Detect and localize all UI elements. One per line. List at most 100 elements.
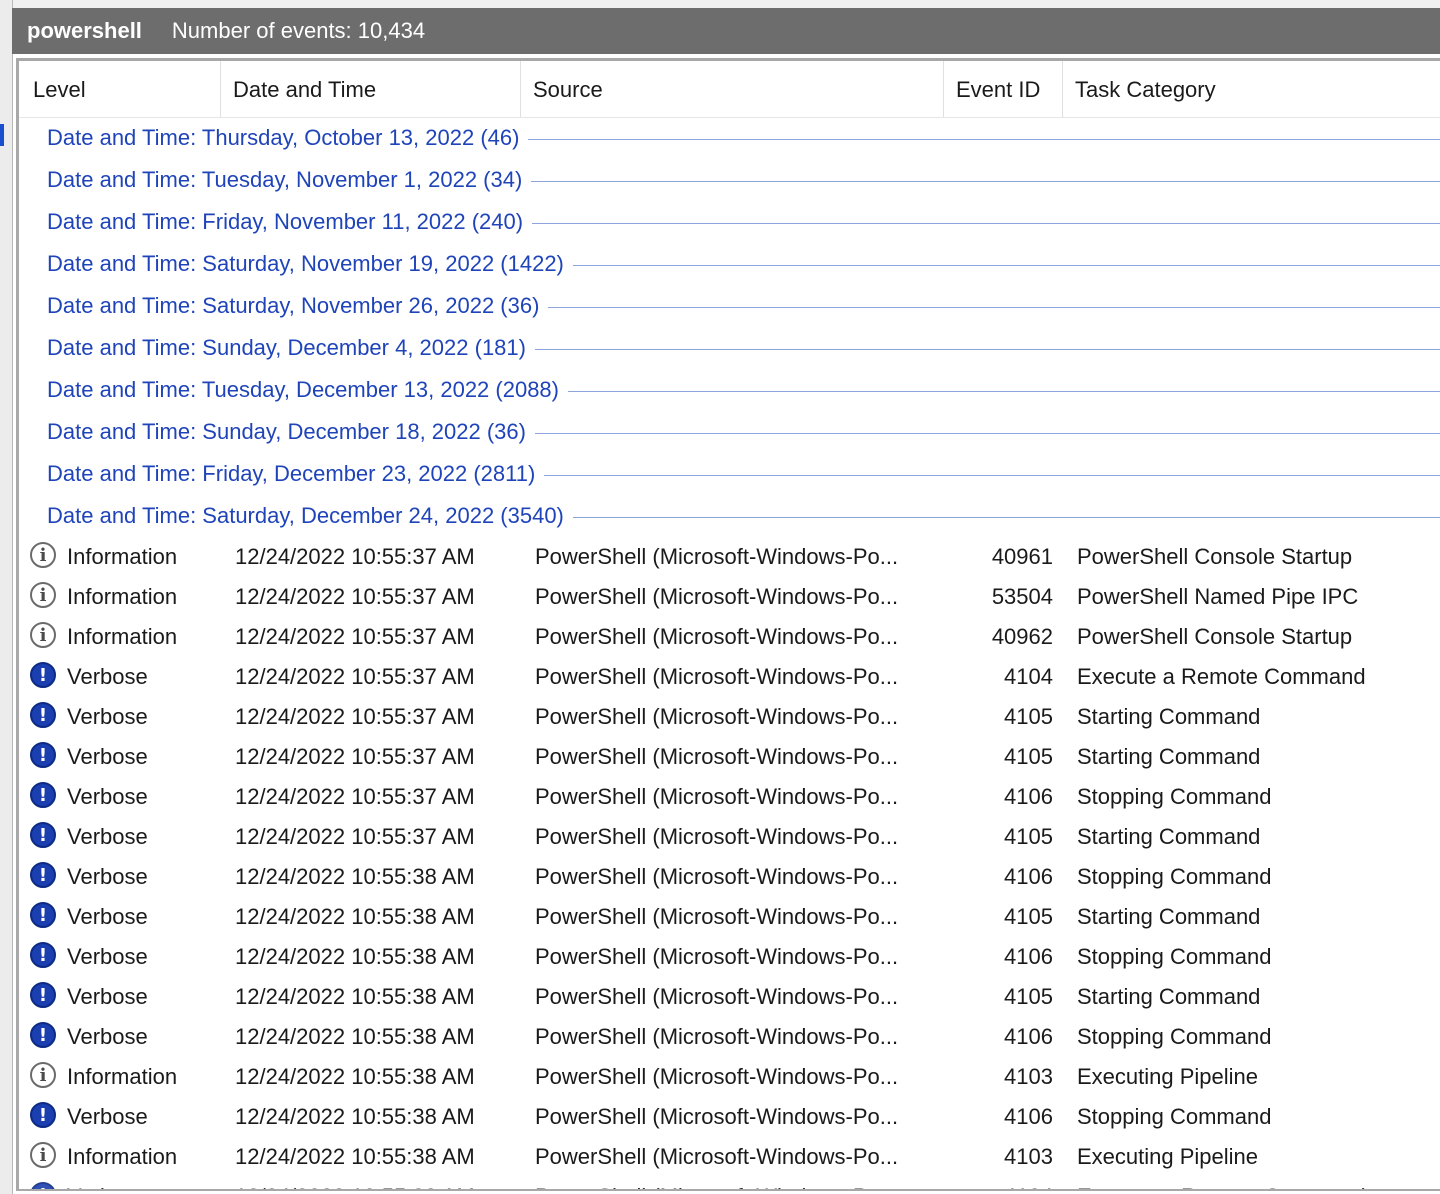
date-group-label: Date and Time: Tuesday, November 1, 2022… xyxy=(47,167,523,192)
information-icon: i xyxy=(30,622,56,648)
cell-task: Stopping Command xyxy=(1077,1104,1272,1129)
group-divider-line xyxy=(532,222,1440,224)
cell-task: Executing Pipeline xyxy=(1077,1144,1259,1169)
table-row[interactable]: ! Verbose 12/24/2022 10:55:37 AM PowerShell… xyxy=(19,777,1440,817)
cell-level: Verbose xyxy=(67,784,148,809)
verbose-icon: ! xyxy=(30,742,56,768)
group-divider-line xyxy=(572,264,1440,266)
information-icon: i xyxy=(30,1062,56,1088)
table-row[interactable]: i Information 12/24/2022 10:55:38 AM PowerS… xyxy=(19,1057,1440,1097)
cell-task: PowerShell Console Startup xyxy=(1077,624,1353,649)
cell-source: PowerShell (Microsoft-Windows-Po... xyxy=(535,1144,899,1169)
cell-source: PowerShell (Microsoft-Windows-Po... xyxy=(535,664,899,689)
cell-eventid: 40961 xyxy=(991,544,1053,569)
events-list-panel: Level Date and Time Source Event ID Task… xyxy=(16,58,1440,1191)
cell-task: Starting Command xyxy=(1077,904,1261,929)
cell-date: 12/24/2022 10:55:38 AM xyxy=(235,1104,475,1129)
verbose-icon: ! xyxy=(30,822,56,848)
log-name: powershell xyxy=(27,18,142,43)
cell-date: 12/24/2022 10:55:37 AM xyxy=(235,664,475,689)
date-group-header[interactable]: Date and Time: Tuesday, November 1, 2022… xyxy=(19,159,1440,201)
cell-task: Stopping Command xyxy=(1077,784,1272,809)
cell-level: Verbose xyxy=(67,864,148,889)
cell-task: Starting Command xyxy=(1077,824,1261,849)
date-group-header[interactable]: Date and Time: Tuesday, December 13, 202… xyxy=(19,369,1440,411)
cell-task: Starting Command xyxy=(1077,984,1261,1009)
date-group-label: Date and Time: Saturday, November 26, 20… xyxy=(47,293,540,318)
cell-level: Verbose xyxy=(67,1104,148,1129)
date-group-header[interactable]: Date and Time: Friday, December 23, 2022… xyxy=(19,453,1440,495)
date-group-header[interactable]: Date and Time: Friday, November 11, 2022… xyxy=(19,201,1440,243)
date-group-label: Date and Time: Sunday, December 18, 2022… xyxy=(47,419,526,444)
table-row[interactable]: ! Verbose 12/24/2022 10:55:38 AM PowerShell… xyxy=(19,1017,1440,1057)
table-row[interactable]: ! Verbose 12/24/2022 10:55:37 AM PowerShell… xyxy=(19,817,1440,857)
date-group-label: Date and Time: Saturday, December 24, 20… xyxy=(47,503,564,528)
cell-eventid: 4106 xyxy=(1004,944,1053,969)
group-divider-line xyxy=(572,516,1440,518)
cell-source: PowerShell (Microsoft-Windows-Po... xyxy=(535,544,899,569)
cell-task: Stopping Command xyxy=(1077,1024,1272,1049)
cell-level: Verbose xyxy=(67,1177,148,1189)
left-pane-edge xyxy=(0,0,13,1194)
date-group-label: Date and Time: Friday, November 11, 2022… xyxy=(47,209,524,234)
date-group-header[interactable]: Date and Time: Saturday, November 26, 20… xyxy=(19,285,1440,327)
table-row[interactable]: ! Verbose 12/24/2022 10:55:38 AM PowerShell… xyxy=(19,977,1440,1017)
table-row[interactable]: ! Verbose 12/24/2022 10:55:38 AM PowerShell… xyxy=(19,897,1440,937)
table-row[interactable]: ! Verbose 12/24/2022 10:55:37 AM PowerShell… xyxy=(19,737,1440,777)
group-divider-line xyxy=(548,306,1440,308)
group-divider-line xyxy=(544,474,1440,476)
cell-date: 12/24/2022 10:55:38 AM xyxy=(235,944,475,969)
cell-level: Verbose xyxy=(67,944,148,969)
column-header-level[interactable]: Level xyxy=(19,61,221,117)
table-row[interactable]: ! Verbose 12/24/2022 10:55:38 AM PowerShell… xyxy=(19,1177,1440,1189)
cell-level: Information xyxy=(67,544,178,569)
cell-date: 12/24/2022 10:55:37 AM xyxy=(235,744,475,769)
group-divider-line xyxy=(534,348,1440,350)
cell-task: Executing Pipeline xyxy=(1077,1064,1259,1089)
table-row[interactable]: i Information 12/24/2022 10:55:38 AM PowerS… xyxy=(19,1137,1440,1177)
cell-source: PowerShell (Microsoft-Windows-Po... xyxy=(535,624,899,649)
date-group-header[interactable]: Date and Time: Sunday, December 18, 2022… xyxy=(19,411,1440,453)
cell-eventid: 4104 xyxy=(949,1177,1053,1189)
date-group-header[interactable]: Date and Time: Thursday, October 13, 202… xyxy=(19,117,1440,159)
verbose-icon: ! xyxy=(30,702,56,728)
cell-date: 12/24/2022 10:55:38 AM xyxy=(235,864,475,889)
cell-date: 12/24/2022 10:55:37 AM xyxy=(235,624,475,649)
table-row[interactable]: i Information 12/24/2022 10:55:37 AM PowerS… xyxy=(19,577,1440,617)
table-row[interactable]: ! Verbose 12/24/2022 10:55:38 AM PowerShell… xyxy=(19,857,1440,897)
table-row[interactable]: ! Verbose 12/24/2022 10:55:38 AM PowerShell… xyxy=(19,1097,1440,1137)
information-icon: i xyxy=(30,582,56,608)
table-row[interactable]: ! Verbose 12/24/2022 10:55:38 AM PowerShell… xyxy=(19,937,1440,977)
verbose-icon: ! xyxy=(30,1182,56,1189)
cell-level: Information xyxy=(67,624,178,649)
table-row[interactable]: i Information 12/24/2022 10:55:37 AM PowerS… xyxy=(19,617,1440,657)
cell-source: PowerShell (Microsoft-Windows-Po... xyxy=(535,864,899,889)
column-header-row: Level Date and Time Source Event ID Task… xyxy=(19,61,1440,118)
cell-task: Execute a Remote Command xyxy=(1077,1177,1366,1189)
date-group-label: Date and Time: Sunday, December 4, 2022 … xyxy=(47,335,526,360)
cell-task: Starting Command xyxy=(1077,744,1261,769)
table-row[interactable]: ! Verbose 12/24/2022 10:55:37 AM PowerShell… xyxy=(19,657,1440,697)
table-row[interactable]: i Information 12/24/2022 10:55:37 AM PowerS… xyxy=(19,537,1440,577)
date-group-header[interactable]: Date and Time: Sunday, December 4, 2022 … xyxy=(19,327,1440,369)
column-header-event-id[interactable]: Event ID xyxy=(944,61,1063,117)
cell-level: Verbose xyxy=(67,704,148,729)
column-header-task-category[interactable]: Task Category xyxy=(1063,61,1440,117)
cell-source: PowerShell (Microsoft-Windows-Po... xyxy=(535,824,899,849)
date-group-header[interactable]: Date and Time: Saturday, November 19, 20… xyxy=(19,243,1440,285)
cell-task: PowerShell Console Startup xyxy=(1077,544,1353,569)
cell-level: Verbose xyxy=(67,664,148,689)
verbose-icon: ! xyxy=(30,782,56,808)
cell-source: PowerShell (Microsoft-Windows-Po... xyxy=(535,904,899,929)
cell-eventid: 4103 xyxy=(1004,1144,1053,1169)
cell-date: 12/24/2022 10:55:37 AM xyxy=(235,544,475,569)
cell-source: PowerShell (Microsoft-Windows-Po... xyxy=(535,704,899,729)
verbose-icon: ! xyxy=(30,902,56,928)
cell-eventid: 40962 xyxy=(991,624,1053,649)
group-divider-line xyxy=(528,138,1440,140)
table-row[interactable]: ! Verbose 12/24/2022 10:55:37 AM PowerShell… xyxy=(19,697,1440,737)
column-header-date-and-time[interactable]: Date and Time xyxy=(221,61,521,117)
column-header-source[interactable]: Source xyxy=(521,61,944,117)
date-group-header[interactable]: Date and Time: Saturday, December 24, 20… xyxy=(19,495,1440,537)
cell-eventid: 4105 xyxy=(1004,744,1053,769)
